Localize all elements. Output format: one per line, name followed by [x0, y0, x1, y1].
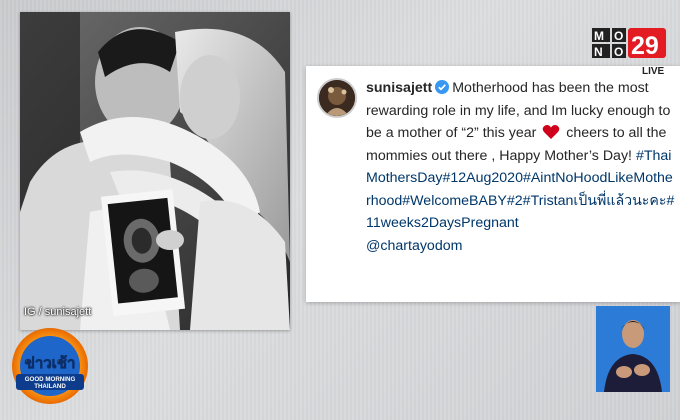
svg-text:ข่าวเช้า: ข่าวเช้า	[25, 354, 76, 372]
photo-caption: IG / sunisajett	[24, 306, 92, 318]
mention-link[interactable]: @chartayodom	[366, 238, 462, 254]
svg-text:29: 29	[631, 32, 659, 60]
avatar[interactable]	[317, 78, 357, 118]
heart-emoji-icon	[542, 125, 560, 139]
sign-language-interpreter	[596, 306, 670, 392]
live-label: LIVE	[642, 66, 665, 77]
couple-photo	[20, 12, 290, 330]
verified-badge-icon	[435, 80, 450, 94]
svg-text:O: O	[614, 29, 623, 43]
svg-text:M: M	[594, 29, 604, 43]
svg-text:O: O	[614, 45, 623, 59]
svg-text:THAILAND: THAILAND	[34, 383, 66, 390]
username-link[interactable]: sunisajett	[366, 80, 432, 96]
svg-text:N: N	[594, 45, 603, 59]
post-caption: sunisajett Motherhood has been the most r…	[366, 77, 676, 257]
good-morning-thailand-logo: ข่าวเช้า GOOD MORNING THAILAND	[12, 328, 88, 404]
instagram-post: sunisajett Motherhood has been the most r…	[306, 66, 680, 302]
svg-text:GOOD MORNING: GOOD MORNING	[25, 376, 76, 383]
